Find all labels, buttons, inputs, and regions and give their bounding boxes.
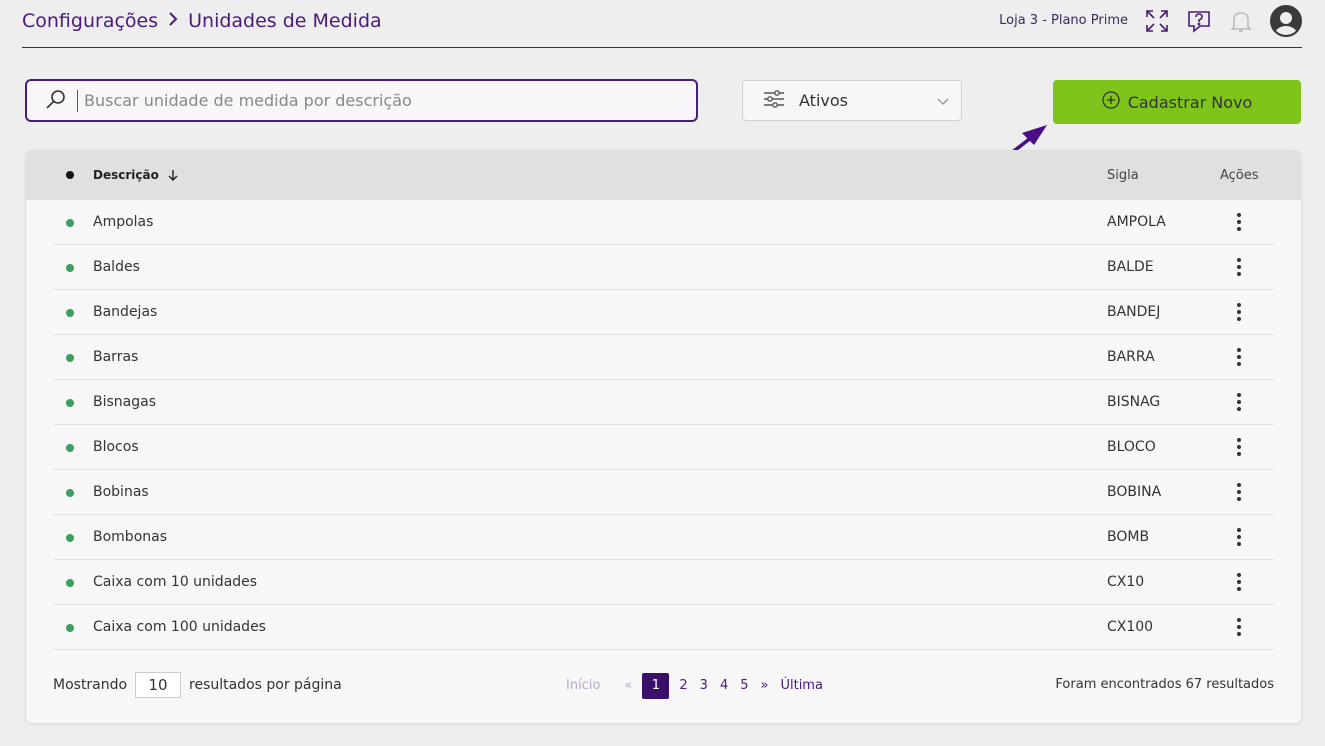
row-description: Ampolas bbox=[93, 214, 154, 230]
row-sigla: BISNAG bbox=[1107, 394, 1161, 410]
breadcrumb: Configurações Unidades de Medida bbox=[22, 10, 382, 32]
more-actions-icon[interactable] bbox=[1229, 345, 1249, 369]
more-actions-icon[interactable] bbox=[1229, 615, 1249, 639]
more-actions-icon[interactable] bbox=[1229, 525, 1249, 549]
plus-circle-icon bbox=[1102, 91, 1120, 113]
table-body: Ampolas AMPOLA Baldes BALDE Bandejas BANDEJ Ba… bbox=[26, 200, 1301, 650]
filter-sliders-icon bbox=[763, 89, 785, 113]
active-status-dot bbox=[66, 489, 74, 497]
pager-page[interactable]: 5 bbox=[734, 673, 754, 699]
chevron-right-icon bbox=[168, 11, 178, 30]
chevron-down-icon bbox=[937, 91, 949, 110]
units-table-card: Descrição Sigla Ações Ampolas AMPOLA Balde… bbox=[26, 150, 1301, 723]
more-actions-icon[interactable] bbox=[1229, 480, 1249, 504]
per-page-input[interactable]: 10 bbox=[135, 672, 181, 698]
top-bar: Configurações Unidades de Medida Loja 3 … bbox=[22, 0, 1302, 48]
active-status-dot bbox=[66, 219, 74, 227]
table-row[interactable]: Caixa com 100 unidades CX100 bbox=[53, 605, 1274, 650]
table-row[interactable]: Baldes BALDE bbox=[53, 245, 1274, 290]
row-description: Caixa com 10 unidades bbox=[93, 574, 258, 590]
pager-next[interactable]: » bbox=[755, 673, 775, 699]
row-description: Blocos bbox=[93, 439, 139, 455]
active-status-dot bbox=[66, 309, 74, 317]
add-new-button-label: Cadastrar Novo bbox=[1127, 92, 1253, 112]
active-status-dot bbox=[66, 264, 74, 272]
table-footer: Mostrando 10 resultados por página Iníci… bbox=[26, 671, 1301, 701]
pager-page[interactable]: 2 bbox=[673, 673, 693, 699]
active-status-dot bbox=[66, 399, 74, 407]
filter-selected-value: Ativos bbox=[799, 91, 848, 110]
per-page-label: resultados por página bbox=[189, 677, 342, 693]
status-column-dot bbox=[66, 171, 74, 179]
store-label[interactable]: Loja 3 - Plano Prime bbox=[999, 13, 1128, 28]
status-filter-select[interactable]: Ativos bbox=[742, 80, 962, 121]
more-actions-icon[interactable] bbox=[1229, 255, 1249, 279]
column-header-actions: Ações bbox=[1220, 167, 1259, 183]
more-actions-icon[interactable] bbox=[1229, 570, 1249, 594]
row-sigla: BOMB bbox=[1107, 529, 1150, 545]
row-sigla: BARRA bbox=[1107, 349, 1155, 365]
row-sigla: AMPOLA bbox=[1107, 214, 1166, 230]
active-status-dot bbox=[66, 444, 74, 452]
row-description: Barras bbox=[93, 349, 139, 365]
showing-label: Mostrando bbox=[53, 677, 128, 693]
row-sigla: BANDEJ bbox=[1107, 304, 1161, 320]
row-sigla: BLOCO bbox=[1107, 439, 1156, 455]
table-row[interactable]: Bisnagas BISNAG bbox=[53, 380, 1274, 425]
more-actions-icon[interactable] bbox=[1229, 210, 1249, 234]
pager-page[interactable]: 1 bbox=[642, 673, 670, 699]
pager-last[interactable]: Última bbox=[774, 673, 828, 699]
row-description: Bombonas bbox=[93, 529, 168, 545]
row-description: Caixa com 100 unidades bbox=[93, 619, 266, 635]
active-status-dot bbox=[66, 624, 74, 632]
bell-icon[interactable] bbox=[1228, 8, 1254, 34]
pager-page[interactable]: 3 bbox=[694, 673, 714, 699]
table-row[interactable]: Bobinas BOBINA bbox=[53, 470, 1274, 515]
more-actions-icon[interactable] bbox=[1229, 435, 1249, 459]
pager-prev[interactable]: « bbox=[618, 673, 638, 699]
row-description: Baldes bbox=[93, 259, 140, 275]
table-row[interactable]: Bandejas BANDEJ bbox=[53, 290, 1274, 335]
breadcrumb-parent[interactable]: Configurações bbox=[22, 10, 158, 32]
active-status-dot bbox=[66, 354, 74, 362]
row-sigla: CX100 bbox=[1107, 619, 1154, 635]
page-title: Unidades de Medida bbox=[188, 9, 382, 32]
table-row[interactable]: Ampolas AMPOLA bbox=[53, 200, 1274, 245]
more-actions-icon[interactable] bbox=[1229, 390, 1249, 414]
sort-arrow-down-icon bbox=[168, 170, 178, 181]
row-description: Bobinas bbox=[93, 484, 149, 500]
add-new-button[interactable]: Cadastrar Novo bbox=[1053, 80, 1301, 124]
search-input[interactable] bbox=[77, 89, 696, 112]
search-box bbox=[25, 79, 698, 122]
table-row[interactable]: Blocos BLOCO bbox=[53, 425, 1274, 470]
row-sigla: CX10 bbox=[1107, 574, 1145, 590]
row-description: Bandejas bbox=[93, 304, 158, 320]
row-sigla: BOBINA bbox=[1107, 484, 1162, 500]
help-icon[interactable] bbox=[1186, 8, 1212, 34]
active-status-dot bbox=[66, 534, 74, 542]
table-row[interactable]: Barras BARRA bbox=[53, 335, 1274, 380]
results-count: Foram encontrados 67 resultados bbox=[1055, 677, 1274, 692]
table-header: Descrição Sigla Ações bbox=[26, 150, 1301, 200]
pagination: Início « 12345 » Última bbox=[560, 673, 829, 699]
row-description: Bisnagas bbox=[93, 394, 156, 410]
pager-start[interactable]: Início bbox=[560, 673, 606, 699]
more-actions-icon[interactable] bbox=[1229, 300, 1249, 324]
table-row[interactable]: Caixa com 10 unidades CX10 bbox=[53, 560, 1274, 605]
column-header-sigla: Sigla bbox=[1107, 167, 1139, 183]
table-row[interactable]: Bombonas BOMB bbox=[53, 515, 1274, 560]
row-sigla: BALDE bbox=[1107, 259, 1154, 275]
active-status-dot bbox=[66, 579, 74, 587]
fullscreen-icon[interactable] bbox=[1144, 8, 1170, 34]
column-header-description[interactable]: Descrição bbox=[93, 168, 179, 182]
search-icon bbox=[45, 88, 67, 114]
pager-page[interactable]: 4 bbox=[714, 673, 734, 699]
avatar[interactable] bbox=[1270, 4, 1302, 37]
